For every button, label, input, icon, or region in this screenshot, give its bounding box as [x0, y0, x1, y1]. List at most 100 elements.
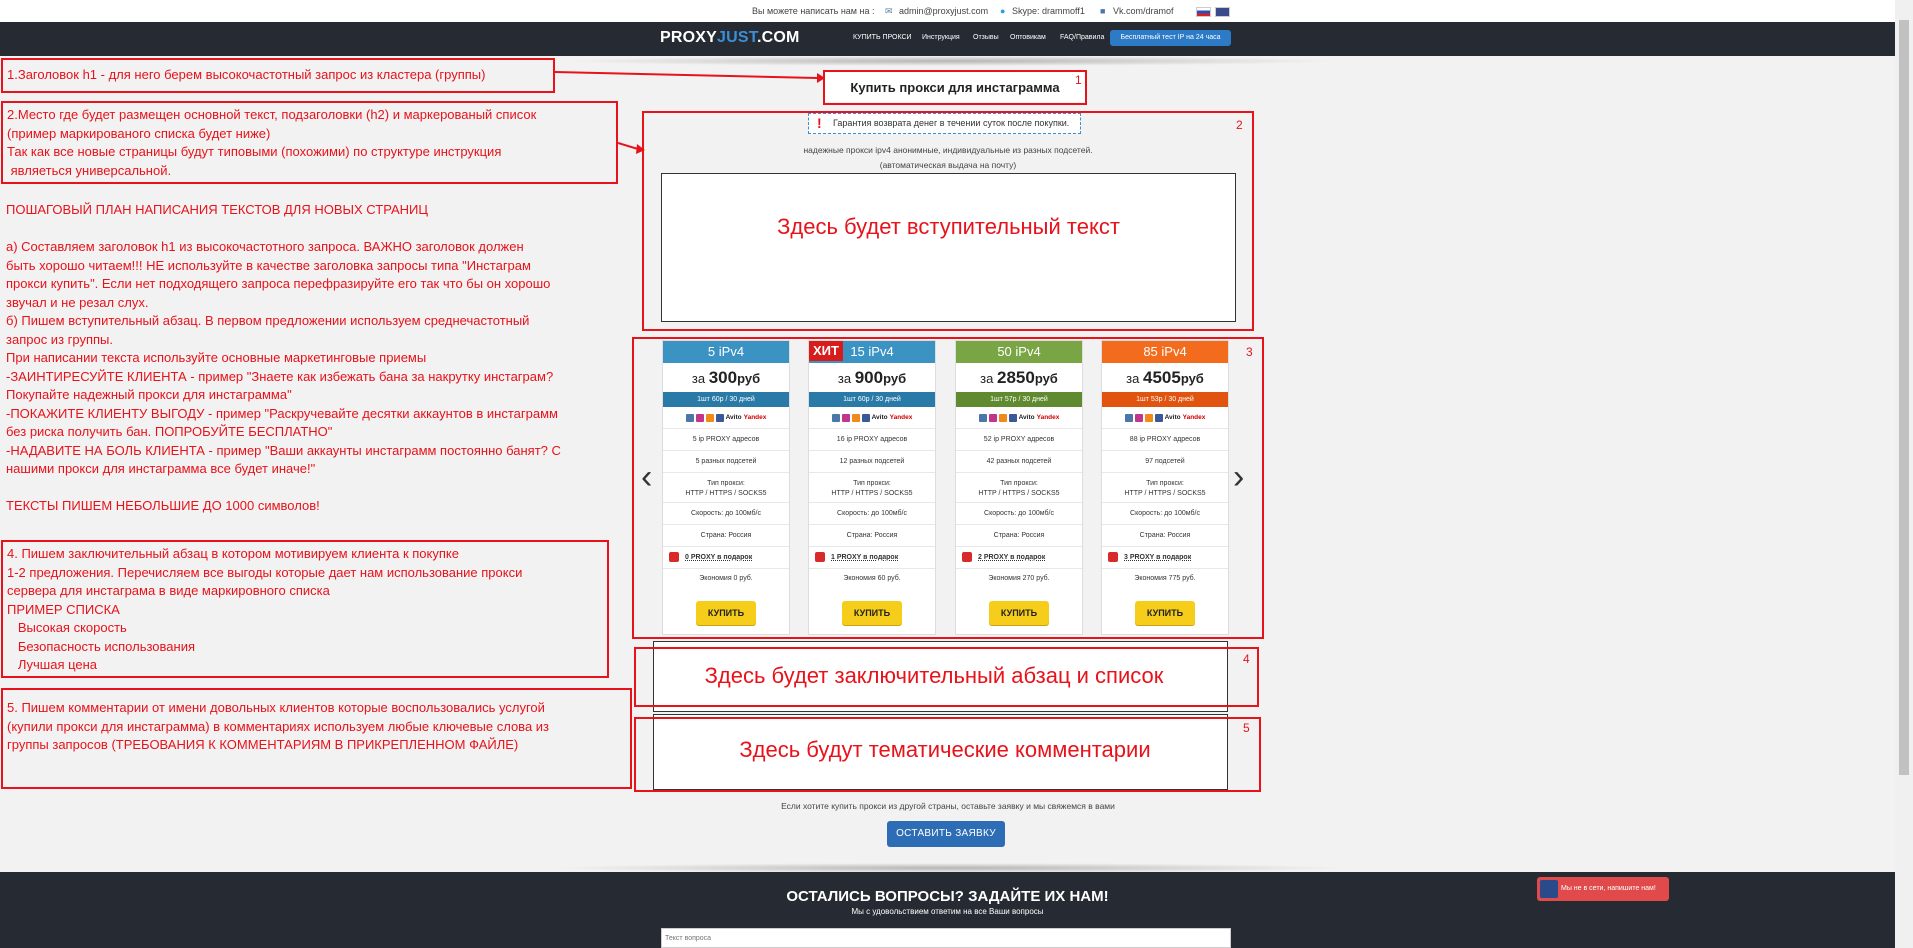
card-title: 50 iPv4 — [956, 341, 1082, 363]
card-proxy-type: Тип прокси: HTTP / HTTPS / SOCKS5 — [956, 473, 1082, 503]
exclamation-icon: ! — [817, 115, 822, 131]
card-ip-count: 5 ip PROXY адресов — [663, 429, 789, 451]
yandex-icon: Yandex — [743, 414, 767, 421]
chat-avatar-icon — [1540, 880, 1558, 898]
nav-instructions[interactable]: Инструкция — [922, 34, 960, 41]
card-price: за 2850руб — [980, 368, 1058, 387]
top-contact-bar: Вы можете написать нам на : ✉ admin@prox… — [0, 0, 1895, 22]
card-per-unit: 1шт 60р / 30 дней — [809, 392, 935, 407]
vk-icon: ■ — [1100, 6, 1106, 16]
vk-link[interactable]: Vk.com/dramof — [1113, 6, 1174, 16]
vk-icon — [831, 413, 840, 422]
annotation-number-2: 2 — [1236, 118, 1243, 132]
card-subnets: 5 разных подсетей — [663, 451, 789, 473]
instagram-icon — [988, 413, 997, 422]
card-gift[interactable]: 1 PROXY в подарок — [809, 547, 935, 569]
vk-icon — [1124, 413, 1133, 422]
avito-icon: Avito — [1018, 414, 1035, 421]
email-icon: ✉ — [885, 6, 893, 16]
nav-reviews[interactable]: Отзывы — [973, 34, 999, 41]
free-trial-button[interactable]: Бесплатный тест IP на 24 часа — [1110, 30, 1231, 46]
annotation-h1-text: 1.Заголовок h1 - для него берем высокоча… — [7, 67, 486, 82]
logo[interactable]: PROXYJUST.COM — [660, 29, 800, 47]
odnoklassniki-icon — [851, 413, 860, 422]
card-country: Страна: Россия — [1102, 525, 1228, 547]
annotation-closing-box: 4. Пишем заключительный абзац в котором … — [1, 540, 609, 678]
facebook-icon — [1008, 413, 1017, 422]
pricing-card: 85 iPv4 за 4505руб 1шт 53р / 30 дней Avito Y… — [1101, 340, 1229, 635]
chat-offline-button[interactable]: Мы не в сети, напишите нам! — [1537, 877, 1669, 901]
buy-button[interactable]: КУПИТЬ — [1135, 601, 1195, 625]
buy-button[interactable]: КУПИТЬ — [989, 601, 1049, 625]
card-savings: Экономия 775 руб. — [1134, 575, 1196, 582]
social-icons-row: Avito Yandex — [1102, 407, 1228, 429]
page-title: Купить прокси для инстаграмма — [825, 72, 1085, 102]
intro-text: Здесь будет вступительный текст — [777, 214, 1120, 239]
social-icons-row: Avito Yandex — [809, 407, 935, 429]
avito-icon: Avito — [871, 414, 888, 421]
buy-button[interactable]: КУПИТЬ — [842, 601, 902, 625]
card-subnets: 97 подсетей — [1102, 451, 1228, 473]
card-ip-count: 16 ip PROXY адресов — [809, 429, 935, 451]
divider — [560, 56, 1340, 66]
subtitle-proxies: надежные прокси ipv4 анонимные, индивиду… — [803, 145, 1093, 155]
yandex-icon: Yandex — [1036, 414, 1060, 421]
carousel-next-arrow[interactable]: › — [1233, 458, 1244, 497]
annotation-arrow-1 — [555, 71, 825, 83]
buy-button[interactable]: КУПИТЬ — [696, 601, 756, 625]
odnoklassniki-icon — [705, 413, 714, 422]
annotation-number-5: 5 — [1243, 721, 1250, 735]
nav-wholesale[interactable]: Оптовикам — [1010, 34, 1046, 41]
pricing-card: 5 iPv4 за 300руб 1шт 60р / 30 дней Avito Yan… — [662, 340, 790, 635]
card-speed: Скорость: до 100мб/с — [663, 503, 789, 525]
card-speed: Скорость: до 100мб/с — [1102, 503, 1228, 525]
card-title: 85 iPv4 — [1102, 341, 1228, 363]
carousel-prev-arrow[interactable]: ‹ — [641, 458, 652, 497]
leave-request-button[interactable]: ОСТАВИТЬ ЗАЯВКУ — [887, 821, 1005, 847]
annotation-number-3: 3 — [1246, 345, 1253, 359]
card-gift[interactable]: 2 PROXY в подарок — [956, 547, 1082, 569]
email-link[interactable]: admin@proxyjust.com — [899, 6, 988, 16]
en-flag-icon[interactable] — [1215, 7, 1230, 17]
gift-icon — [669, 552, 679, 563]
subtitle-delivery: (автоматическая выдача на почту) — [879, 160, 1017, 170]
annotation-main-text: 2.Место где будет размещен основной текс… — [7, 107, 537, 178]
card-speed: Скорость: до 100мб/с — [956, 503, 1082, 525]
ru-flag-icon[interactable] — [1196, 7, 1211, 17]
nav-buy-proxy[interactable]: КУПИТЬ ПРОКСИ — [853, 34, 912, 41]
card-gift[interactable]: 3 PROXY в подарок — [1102, 547, 1228, 569]
card-per-unit: 1шт 60р / 30 дней — [663, 392, 789, 407]
gift-icon — [1108, 552, 1118, 563]
card-speed: Скорость: до 100мб/с — [809, 503, 935, 525]
card-subnets: 12 разных подсетей — [809, 451, 935, 473]
odnoklassniki-icon — [998, 413, 1007, 422]
write-us-text: Вы можете написать нам на : — [752, 6, 875, 16]
nav-faq[interactable]: FAQ/Правила — [1060, 34, 1104, 41]
instagram-icon — [1134, 413, 1143, 422]
facebook-icon — [861, 413, 870, 422]
closing-annotation-frame: Здесь будет заключительный абзац и списо… — [634, 647, 1259, 707]
gift-icon — [815, 552, 825, 563]
facebook-icon — [715, 413, 724, 422]
card-savings: Экономия 60 руб. — [843, 575, 901, 582]
guarantee-text: Гарантия возврата денег в течении суток … — [833, 118, 1070, 128]
annotation-main-text-box: 2.Место где будет размещен основной текс… — [1, 101, 618, 184]
odnoklassniki-icon — [1144, 413, 1153, 422]
card-gift[interactable]: 0 PROXY в подарок — [663, 547, 789, 569]
annotation-closing-text: 4. Пишем заключительный абзац в котором … — [7, 546, 523, 672]
avito-icon: Avito — [725, 414, 742, 421]
card-proxy-type: Тип прокси: HTTP / HTTPS / SOCKS5 — [809, 473, 935, 503]
card-per-unit: 1шт 53р / 30 дней — [1102, 392, 1228, 407]
comments-annotation-frame: Здесь будут тематические комментарии — [634, 717, 1261, 792]
comments-text: Здесь будут тематические комментарии — [739, 737, 1151, 762]
instagram-icon — [695, 413, 704, 422]
card-savings: Экономия 270 руб. — [988, 575, 1050, 582]
scrollbar-thumb[interactable] — [1899, 20, 1909, 775]
skype-link[interactable]: Skype: drammoff1 — [1012, 6, 1085, 16]
writing-plan-text: ПОШАГОВЫЙ ПЛАН НАПИСАНИЯ ТЕКСТОВ ДЛЯ НОВ… — [6, 202, 561, 513]
card-ip-count: 88 ip PROXY адресов — [1102, 429, 1228, 451]
vk-icon — [978, 413, 987, 422]
skype-icon: ● — [1000, 6, 1006, 16]
chat-offline-label: Мы не в сети, напишите нам! — [1561, 885, 1656, 892]
question-input[interactable] — [661, 928, 1231, 948]
